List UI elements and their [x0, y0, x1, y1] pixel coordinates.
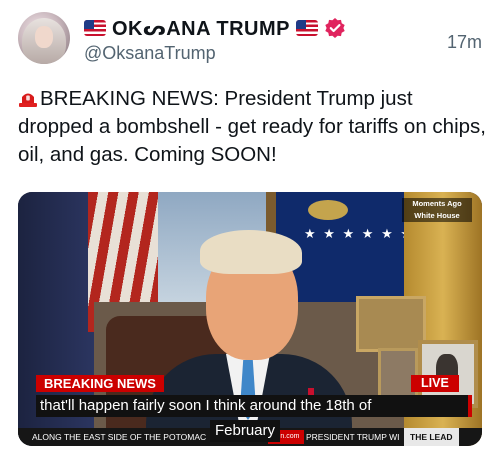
corner-label-line1: Moments Ago: [402, 198, 472, 210]
author-handle[interactable]: @OksanaTrump: [84, 43, 216, 64]
avatar[interactable]: [18, 12, 70, 64]
display-name[interactable]: OKᔕANA TRUMP: [112, 16, 290, 41]
us-flag-icon: [84, 20, 106, 36]
person-hair: [200, 230, 302, 274]
rotating-light-icon: [18, 89, 38, 107]
picture-frame: [356, 296, 426, 352]
video-thumbnail[interactable]: ★ ★ ★ ★ ★ ★ ★ Moments Ago White House BR…: [18, 192, 482, 446]
ticker-text: ALONG THE EAST SIDE OF THE POTOMAC: [32, 432, 207, 442]
us-flag-icon: [295, 20, 318, 36]
tweet-timestamp[interactable]: 17m: [447, 32, 482, 53]
avatar-face: [35, 26, 53, 48]
eagle-icon: [308, 200, 348, 220]
verified-badge-icon: [324, 17, 346, 39]
tweet-body: BREAKING NEWS: President Trump just drop…: [18, 87, 486, 166]
live-badge: LIVE: [411, 375, 459, 392]
ticker-show-name: THE LEAD: [404, 428, 459, 446]
ticker-headline: PRESIDENT TRUMP WI: [306, 432, 400, 442]
breaking-news-label: BREAKING NEWS: [36, 375, 164, 392]
caption-line-2: February: [210, 420, 281, 442]
author-name-row[interactable]: OKᔕANA TRUMP: [84, 15, 346, 41]
tweet-text: BREAKING NEWS: President Trump just drop…: [18, 85, 486, 169]
corner-label-line2: White House: [402, 210, 472, 222]
caption-line-1: that'll happen fairly soon I think aroun…: [36, 395, 472, 417]
corner-label: Moments Ago White House: [402, 198, 472, 222]
